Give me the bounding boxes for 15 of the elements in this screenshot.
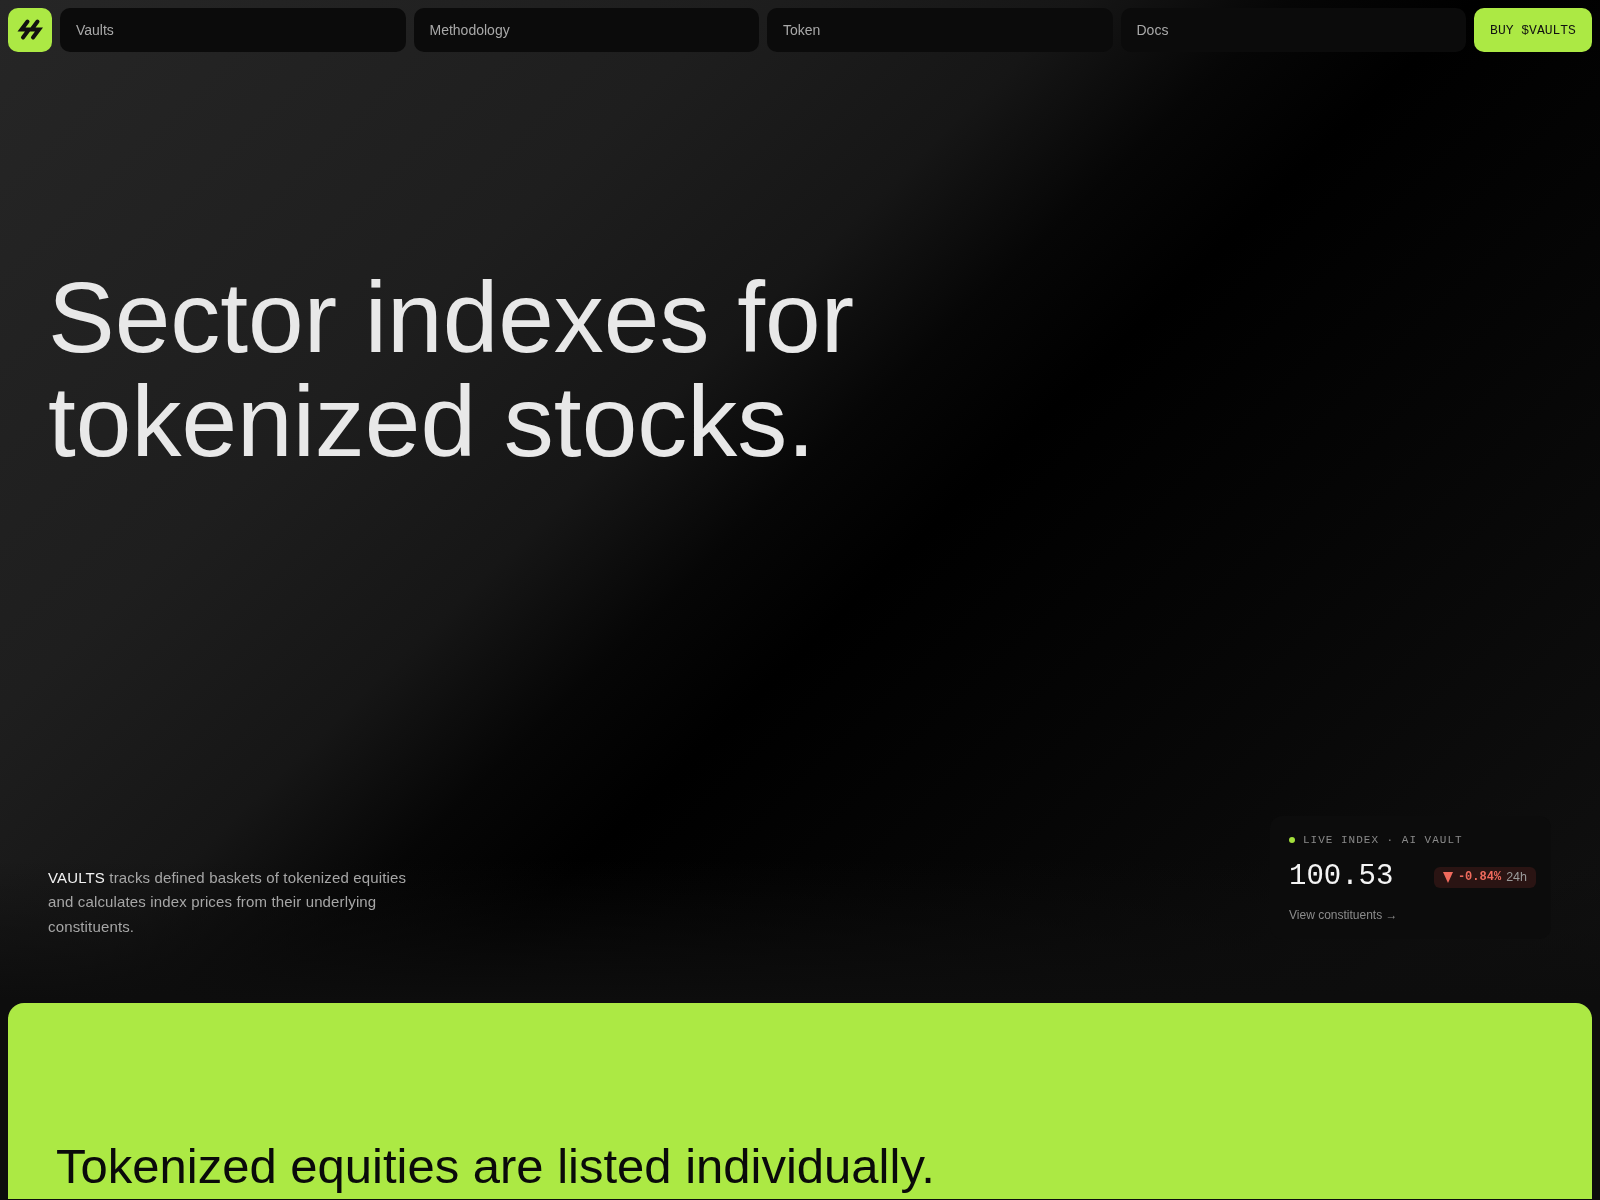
change-period: 24h bbox=[1506, 870, 1527, 884]
constituents-link[interactable]: View constituents → bbox=[1289, 907, 1398, 923]
index-label: LIVE INDEX · AI VAULT bbox=[1303, 833, 1463, 847]
nav-link[interactable]: Token bbox=[767, 8, 1113, 52]
nav-link[interactable]: Vaults bbox=[60, 8, 406, 52]
hero-heading: Sector indexes for tokenized stocks. bbox=[48, 265, 855, 473]
nav-link[interactable]: Methodology bbox=[413, 8, 759, 52]
buy-button[interactable]: BUY $VAULTS bbox=[1474, 8, 1592, 52]
change-value: -0.84% bbox=[1457, 870, 1502, 884]
index-value: 100.53 bbox=[1289, 860, 1394, 894]
nav-link[interactable]: Docs bbox=[1120, 8, 1466, 52]
section-heading: Tokenized equities are listed individually. bbox=[56, 1138, 936, 1195]
hero-description: VAULTS tracks defined baskets of tokenized equities and calculates index prices from their underlying constituents. bbox=[48, 867, 408, 937]
lightning-logo-icon[interactable] bbox=[8, 8, 52, 52]
live-dot-icon bbox=[1289, 837, 1295, 843]
